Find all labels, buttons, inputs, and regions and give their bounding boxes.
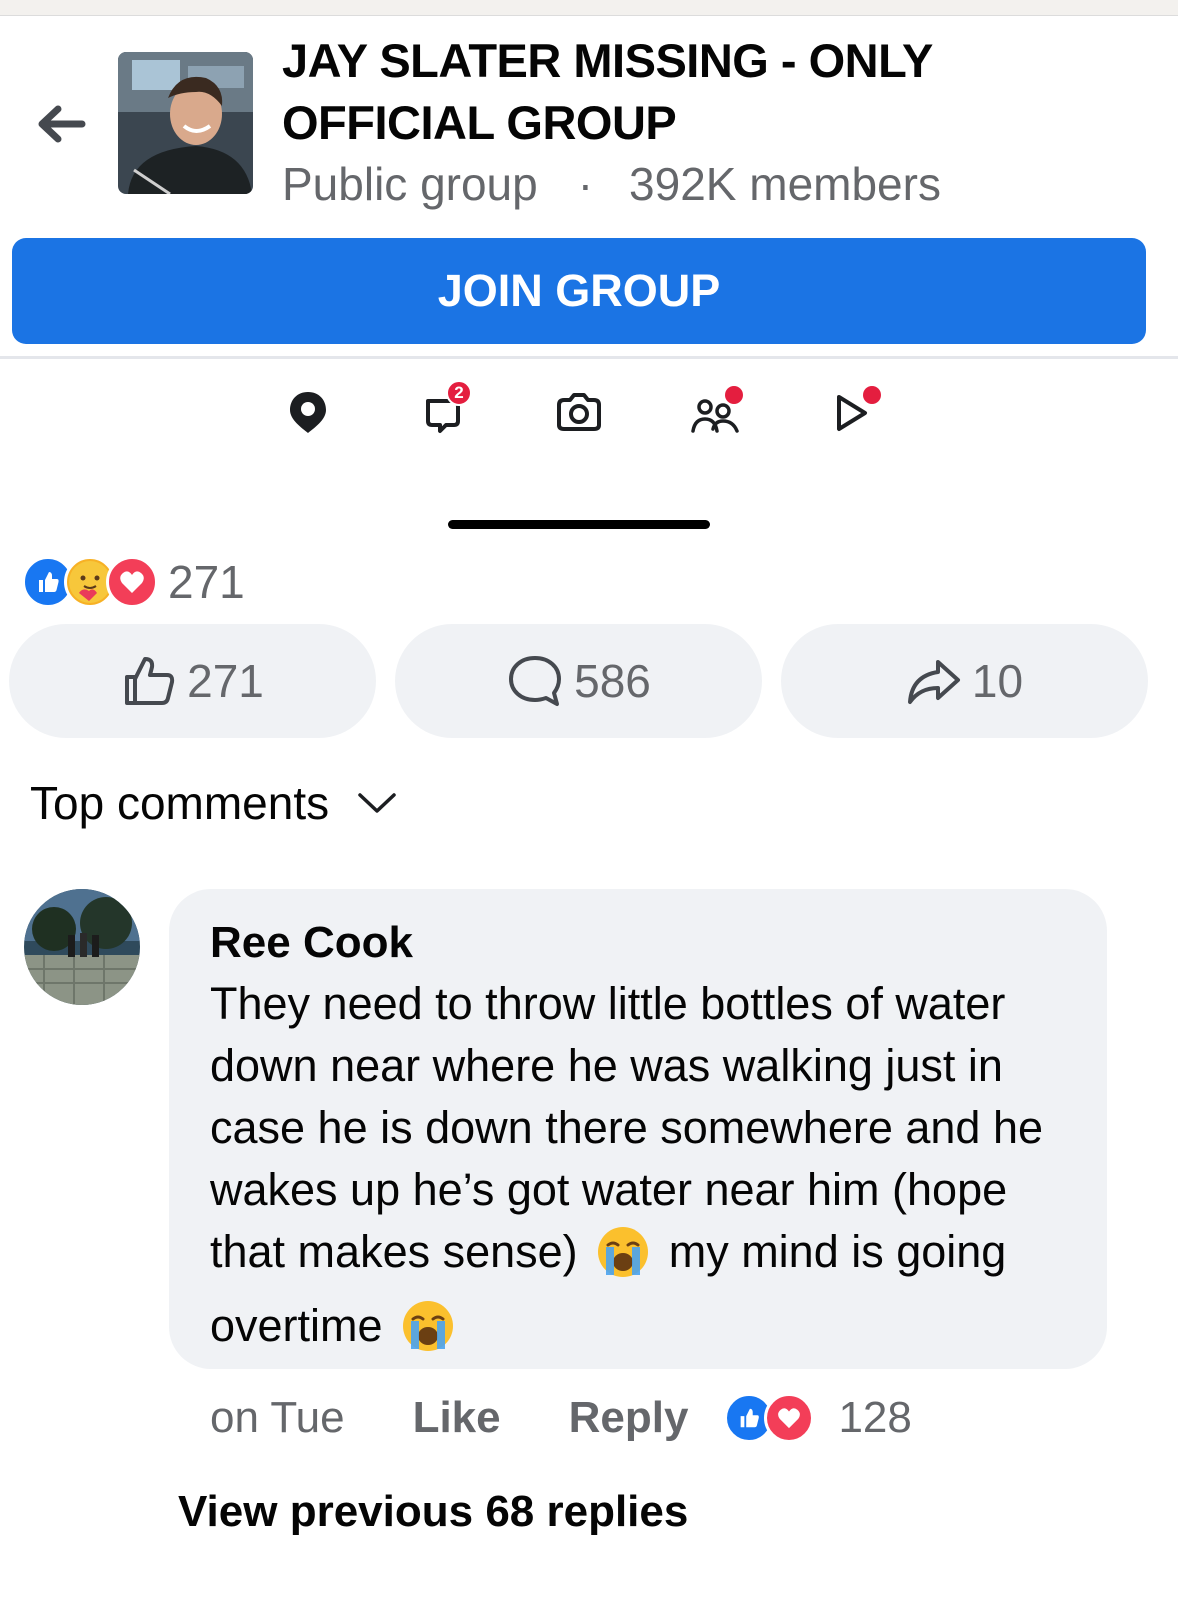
comment-sort-label: Top comments xyxy=(30,777,330,829)
comment-reaction-count: 128 xyxy=(838,1393,912,1442)
comment-reply-button[interactable]: Reply xyxy=(569,1393,689,1443)
like-count: 271 xyxy=(187,655,264,707)
back-arrow-icon xyxy=(38,105,86,143)
join-group-button[interactable]: JOIN GROUP xyxy=(12,238,1146,344)
comment-reactions[interactable] xyxy=(724,1393,815,1443)
camera-icon xyxy=(557,393,601,431)
comment-sort-dropdown[interactable]: Top comments xyxy=(30,776,397,830)
tab-location[interactable] xyxy=(280,384,336,440)
comment-bubble: Ree Cook They need to throw little bottl… xyxy=(169,889,1107,1369)
share-arrow-icon xyxy=(907,660,960,704)
comment-button[interactable]: 586 xyxy=(395,624,762,738)
group-privacy: Public group xyxy=(282,158,538,210)
comment-icon xyxy=(509,656,562,706)
meta-separator: · xyxy=(577,158,594,210)
tab-members[interactable] xyxy=(687,384,743,440)
comment-time[interactable]: on Tue xyxy=(210,1393,345,1443)
chevron-down-icon xyxy=(358,793,396,813)
members-notification-dot xyxy=(725,386,743,404)
group-title[interactable]: JAY SLATER MISSING - ONLY OFFICIAL GROUP xyxy=(282,30,1042,154)
location-pin-icon xyxy=(290,392,326,433)
share-count: 10 xyxy=(971,655,1024,707)
videos-notification-dot xyxy=(863,386,881,404)
comment-text: They need to throw little bottles of wat… xyxy=(210,973,1080,1369)
share-button[interactable]: 10 xyxy=(781,624,1148,738)
reaction-total: 271 xyxy=(168,556,245,608)
comment-like-button[interactable]: Like xyxy=(413,1393,501,1443)
crying-face-emoji-icon-2 xyxy=(401,1299,455,1369)
tab-chats[interactable]: 2 xyxy=(416,380,472,440)
drag-handle[interactable] xyxy=(448,520,710,529)
crying-face-emoji-icon xyxy=(596,1225,650,1295)
thumbs-up-icon xyxy=(125,657,175,705)
like-button[interactable]: 271 xyxy=(9,624,376,738)
comment-actions: on Tue Like Reply 128 xyxy=(210,1390,912,1446)
commenter-avatar[interactable] xyxy=(24,889,140,1005)
reaction-summary[interactable]: 271 xyxy=(22,556,245,608)
member-count[interactable]: 392K members xyxy=(629,158,941,210)
comment-count: 586 xyxy=(574,655,651,707)
view-previous-replies-link[interactable]: View previous 68 replies xyxy=(178,1487,688,1537)
love-reaction-icon xyxy=(764,1393,815,1443)
divider xyxy=(0,356,1178,359)
status-strip xyxy=(0,0,1178,16)
group-cover-photo[interactable] xyxy=(118,52,253,194)
tab-videos[interactable] xyxy=(823,384,881,440)
tab-photos[interactable] xyxy=(551,384,607,440)
back-button[interactable] xyxy=(28,96,92,152)
love-reaction-icon xyxy=(106,556,158,608)
chat-notification-badge: 2 xyxy=(446,380,472,406)
group-meta: Public group · 392K members xyxy=(282,154,941,214)
comment-author[interactable]: Ree Cook xyxy=(210,913,1077,973)
